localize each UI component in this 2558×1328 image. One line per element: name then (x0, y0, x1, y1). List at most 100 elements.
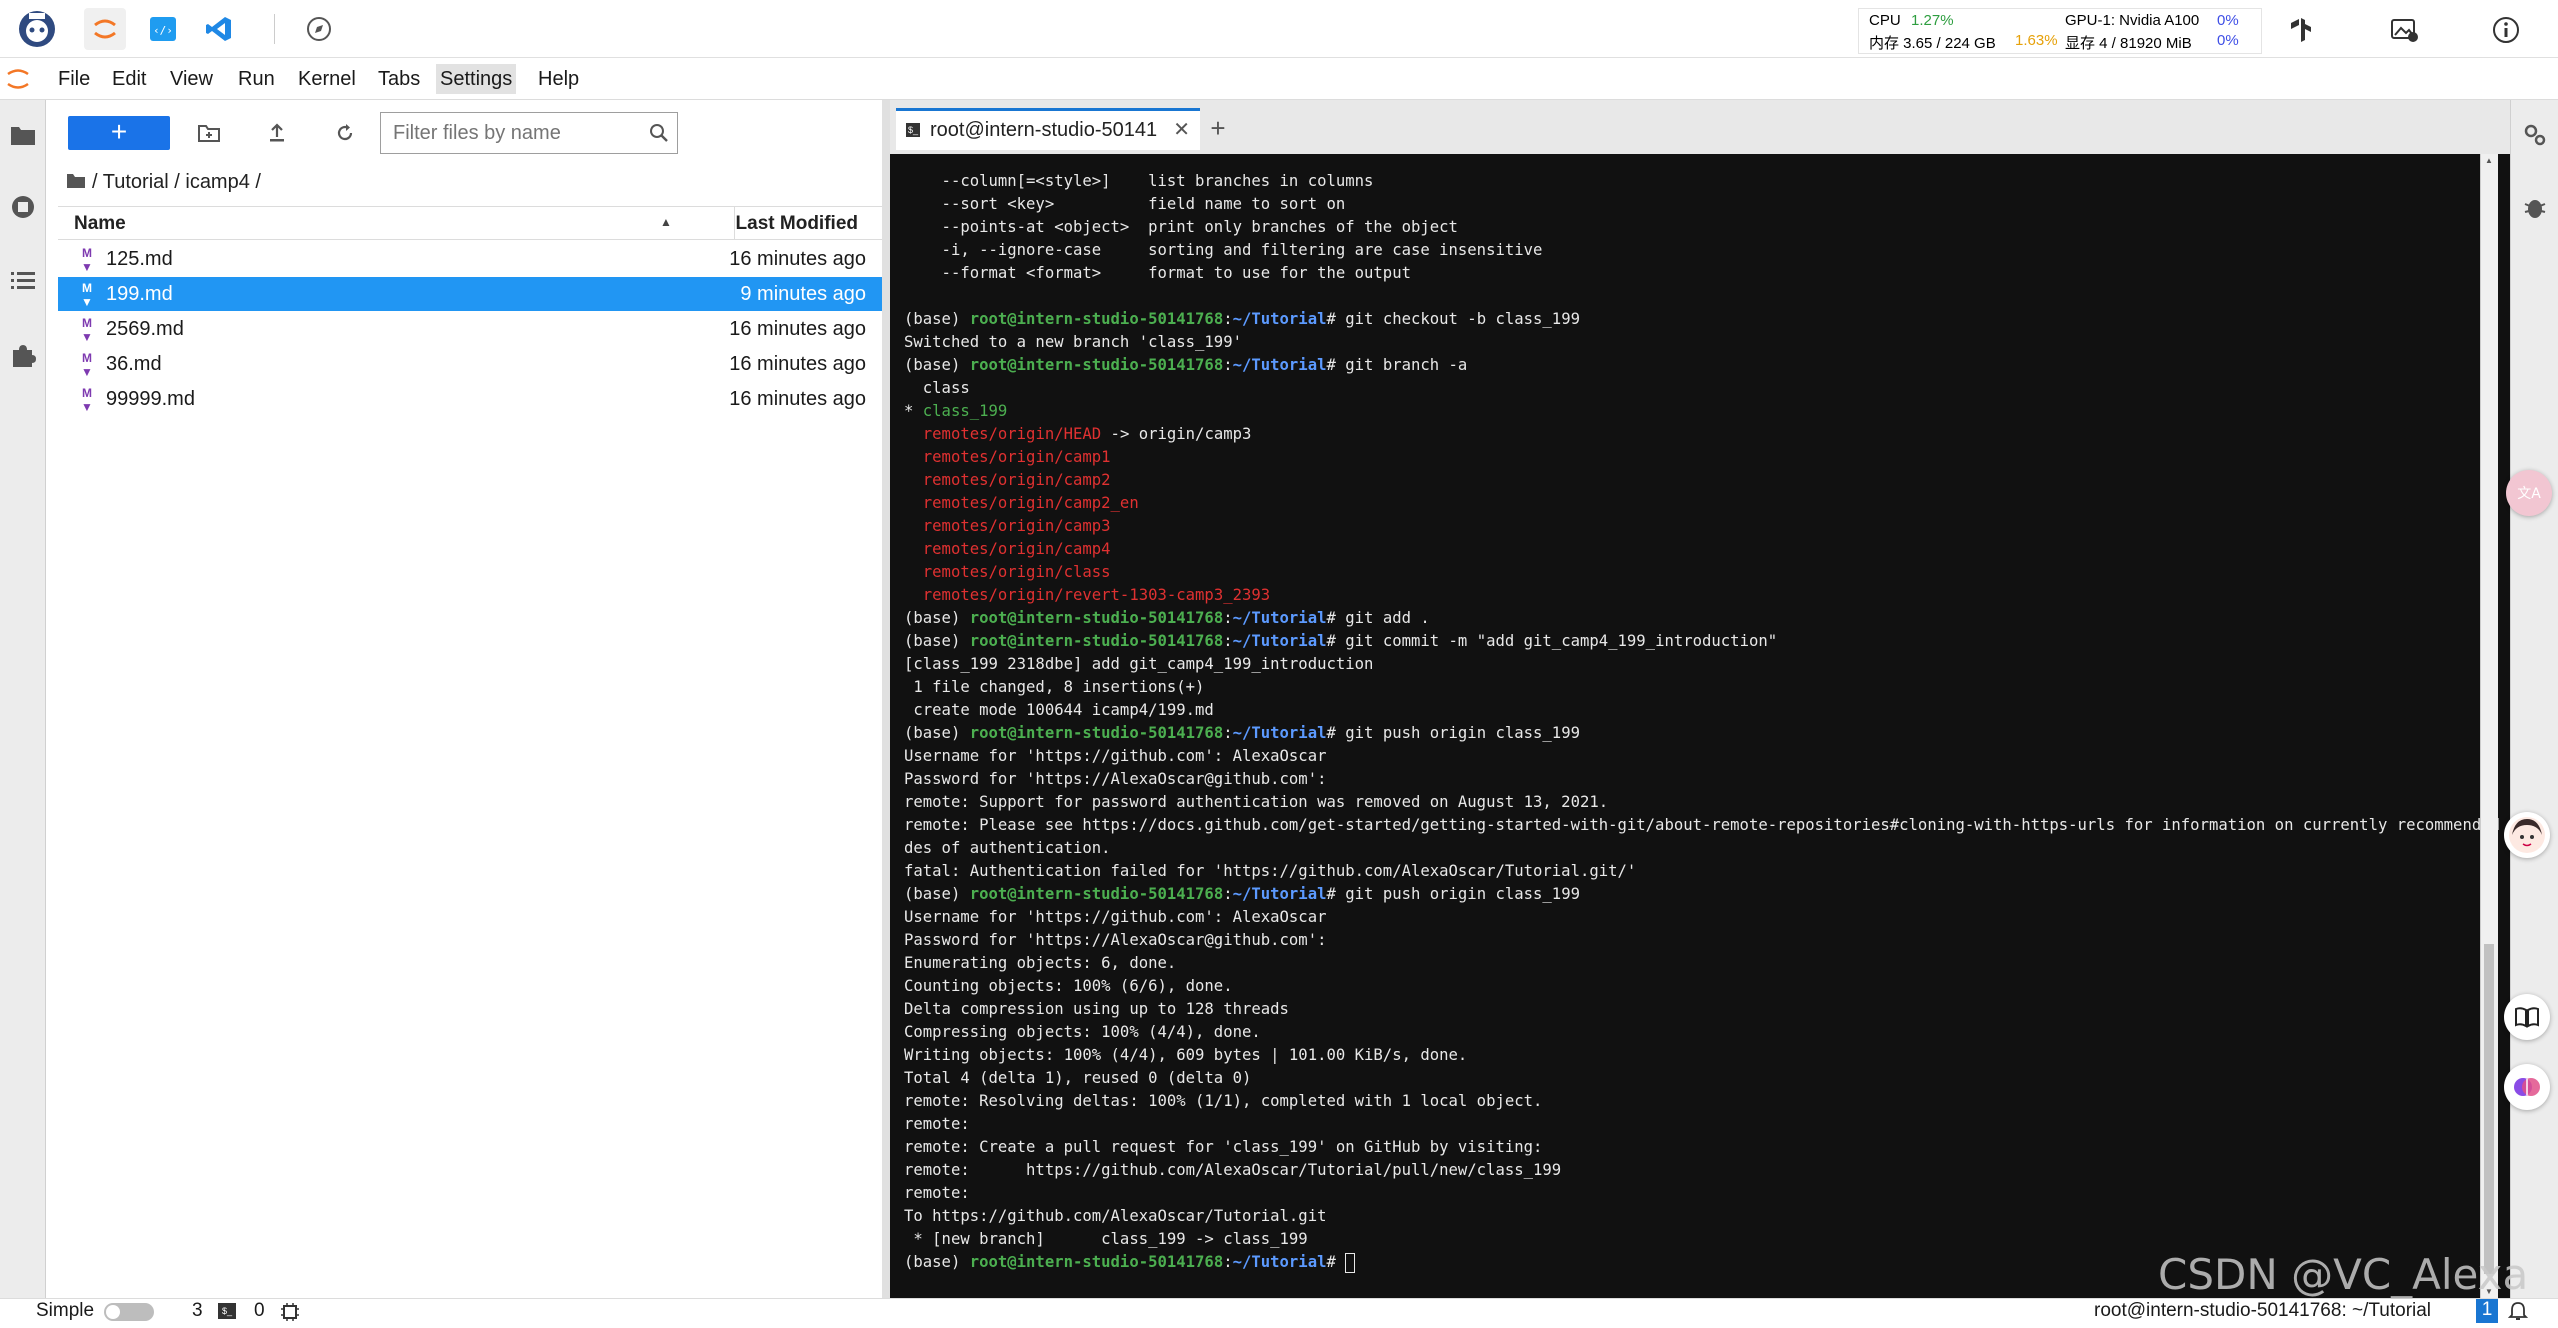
table-of-contents-icon[interactable] (8, 266, 38, 296)
terminal-line: Username for 'https://github.com': Alexa… (904, 747, 1327, 765)
file-name: 125.md (106, 248, 173, 270)
refresh-icon[interactable] (330, 118, 360, 148)
extensions-icon[interactable] (8, 340, 38, 370)
new-launcher-button[interactable]: + (68, 116, 170, 150)
terminal-line: fatal: Authentication failed for 'https:… (904, 862, 1637, 880)
terminal-line: Delta compression using up to 128 thread… (904, 1000, 1289, 1018)
menu-edit[interactable]: Edit (108, 64, 150, 94)
svg-text:文A: 文A (2517, 486, 2541, 502)
divider (274, 14, 275, 44)
menu-run[interactable]: Run (234, 64, 279, 94)
terminal-line: remotes/origin/camp3 (922, 517, 1111, 535)
menu-settings[interactable]: Settings (436, 64, 517, 94)
breadcrumb-folder-icon[interactable] (66, 169, 86, 197)
terminal-line: remotes/origin/revert-1303-camp3_2393 (922, 586, 1271, 604)
menu-view[interactable]: View (166, 64, 217, 94)
scroll-up-icon[interactable]: ▲ (2485, 156, 2493, 165)
terminal-area[interactable]: --column[=<style>] list branches in colu… (890, 154, 2510, 1298)
compass-icon[interactable] (298, 8, 340, 50)
terminals-count[interactable]: 3 (192, 1300, 203, 1322)
file-browser: + / Tutorial / icamp4 / Name ▲ Last Modi… (46, 100, 882, 1298)
terminal-line: remote: Create a pull request for 'class… (904, 1138, 1543, 1156)
file-row[interactable]: M ▼ 125.md 16 minutes ago (58, 242, 882, 276)
info-icon[interactable] (2486, 10, 2526, 50)
running-kernels-icon[interactable] (8, 192, 38, 222)
bot-avatar-icon[interactable] (16, 8, 58, 50)
tensorboard-icon[interactable] (2282, 10, 2322, 50)
terminal-line: (base) root@intern-studio-50141768:~/Tut… (904, 885, 1580, 903)
terminal-cursor (1345, 1252, 1356, 1273)
terminal-line: To https://github.com/AlexaOscar/Tutoria… (904, 1207, 1327, 1225)
new-tab-button[interactable]: + (1202, 112, 1234, 146)
terminal-scrollbar[interactable]: ▲ ▼ (2480, 154, 2498, 1298)
terminal-line: remotes/origin/camp2 (922, 471, 1111, 489)
terminal-line: (base) root@intern-studio-50141768:~/Tut… (904, 310, 1580, 328)
mode-label: Simple (36, 1300, 95, 1321)
file-row[interactable]: M ▼ 99999.md 16 minutes ago (58, 382, 882, 416)
markdown-file-icon: M ▼ (81, 316, 93, 344)
simple-mode-toggle[interactable] (104, 1303, 154, 1321)
terminal-line: (base) root@intern-studio-50141768:~/Tut… (904, 609, 1430, 627)
menu-tabs[interactable]: Tabs (374, 64, 424, 94)
kernel-status-icon[interactable] (280, 1302, 300, 1328)
terminal-line: Writing objects: 100% (4/4), 609 bytes |… (904, 1046, 1468, 1064)
file-list-header: Name ▲ Last Modified (58, 206, 882, 240)
file-row[interactable]: M ▼ 36.md 16 minutes ago (58, 347, 882, 381)
column-last-modified[interactable]: Last Modified (736, 213, 858, 235)
terminal-line: remote: (904, 1184, 970, 1202)
debugger-icon[interactable] (2522, 194, 2548, 225)
svg-text:‹/›: ‹/› (153, 24, 173, 37)
translate-icon[interactable]: 文A (2506, 470, 2552, 516)
vram-label: 显存 4 / 81920 MiB (2065, 35, 2192, 52)
assistant-avatar-icon[interactable] (2504, 812, 2550, 858)
kernels-count[interactable]: 0 (254, 1300, 265, 1322)
jupyter-logo-icon (4, 64, 32, 94)
ai-brain-icon[interactable] (2504, 1064, 2550, 1110)
tab-terminal[interactable]: $_ root@intern-studio-50141 ✕ (896, 108, 1200, 150)
terminal-line: --sort <key> field name to sort on (904, 195, 1346, 213)
markdown-file-icon: M ▼ (81, 386, 93, 414)
vram-value: 0% (2217, 32, 2239, 49)
bell-icon[interactable] (2507, 1301, 2529, 1327)
breadcrumb-path[interactable]: / Tutorial / icamp4 / (92, 171, 261, 193)
file-name: 199.md (106, 283, 173, 305)
markdown-file-icon: M ▼ (81, 246, 93, 274)
terminal-line: --format <format> format to use for the … (904, 264, 1411, 282)
menu-help[interactable]: Help (534, 64, 583, 94)
terminal-output: --column[=<style>] list branches in colu… (904, 170, 2510, 1274)
folder-icon[interactable] (8, 120, 38, 150)
terminal-line: remotes/origin/class (922, 563, 1111, 581)
column-name[interactable]: Name (74, 213, 126, 235)
property-inspector-icon[interactable] (2522, 122, 2548, 153)
new-folder-icon[interactable] (194, 118, 224, 148)
jupyter-icon[interactable] (84, 8, 126, 50)
terminal-line: remote: https://github.com/AlexaOscar/Tu… (904, 1161, 1562, 1179)
memory-label: 内存 3.65 / 224 GB (1869, 35, 1996, 52)
status-bar: Simple 3 $_ 0 root@intern-studio-5014176… (0, 1298, 2558, 1323)
notification-count[interactable]: 1 (2476, 1299, 2498, 1323)
file-row-selected[interactable]: M ▼ 199.md 9 minutes ago (58, 277, 882, 311)
menu-bar: File Edit View Run Kernel Tabs Settings … (0, 58, 2558, 100)
terminal-line: remote: (904, 1115, 970, 1133)
vscode-icon[interactable] (198, 8, 240, 50)
panel-splitter[interactable] (882, 100, 890, 1298)
menu-kernel[interactable]: Kernel (294, 64, 360, 94)
terminal-line: Username for 'https://github.com': Alexa… (904, 908, 1327, 926)
breadcrumb: / Tutorial / icamp4 / (66, 168, 261, 196)
upload-icon[interactable] (262, 118, 292, 148)
file-modified: 16 minutes ago (729, 388, 866, 410)
terminal-line: * [new branch] class_199 -> class_199 (904, 1230, 1308, 1248)
menu-file[interactable]: File (54, 64, 94, 94)
terminal-line: (base) root@intern-studio-50141768:~/Tut… (904, 724, 1580, 742)
search-icon (649, 123, 669, 148)
image-settings-icon[interactable] (2384, 10, 2424, 50)
terminal-line: Switched to a new branch 'class_199' (904, 333, 1242, 351)
file-filter-box (380, 112, 678, 154)
file-modified: 9 minutes ago (740, 283, 866, 305)
reader-book-icon[interactable] (2504, 994, 2550, 1040)
vscode-web-icon[interactable]: ‹/› (142, 8, 184, 50)
file-filter-input[interactable] (393, 122, 633, 144)
scrollbar-thumb[interactable] (2484, 944, 2494, 1274)
file-row[interactable]: M ▼ 2569.md 16 minutes ago (58, 312, 882, 346)
close-icon[interactable]: ✕ (1173, 117, 1190, 142)
